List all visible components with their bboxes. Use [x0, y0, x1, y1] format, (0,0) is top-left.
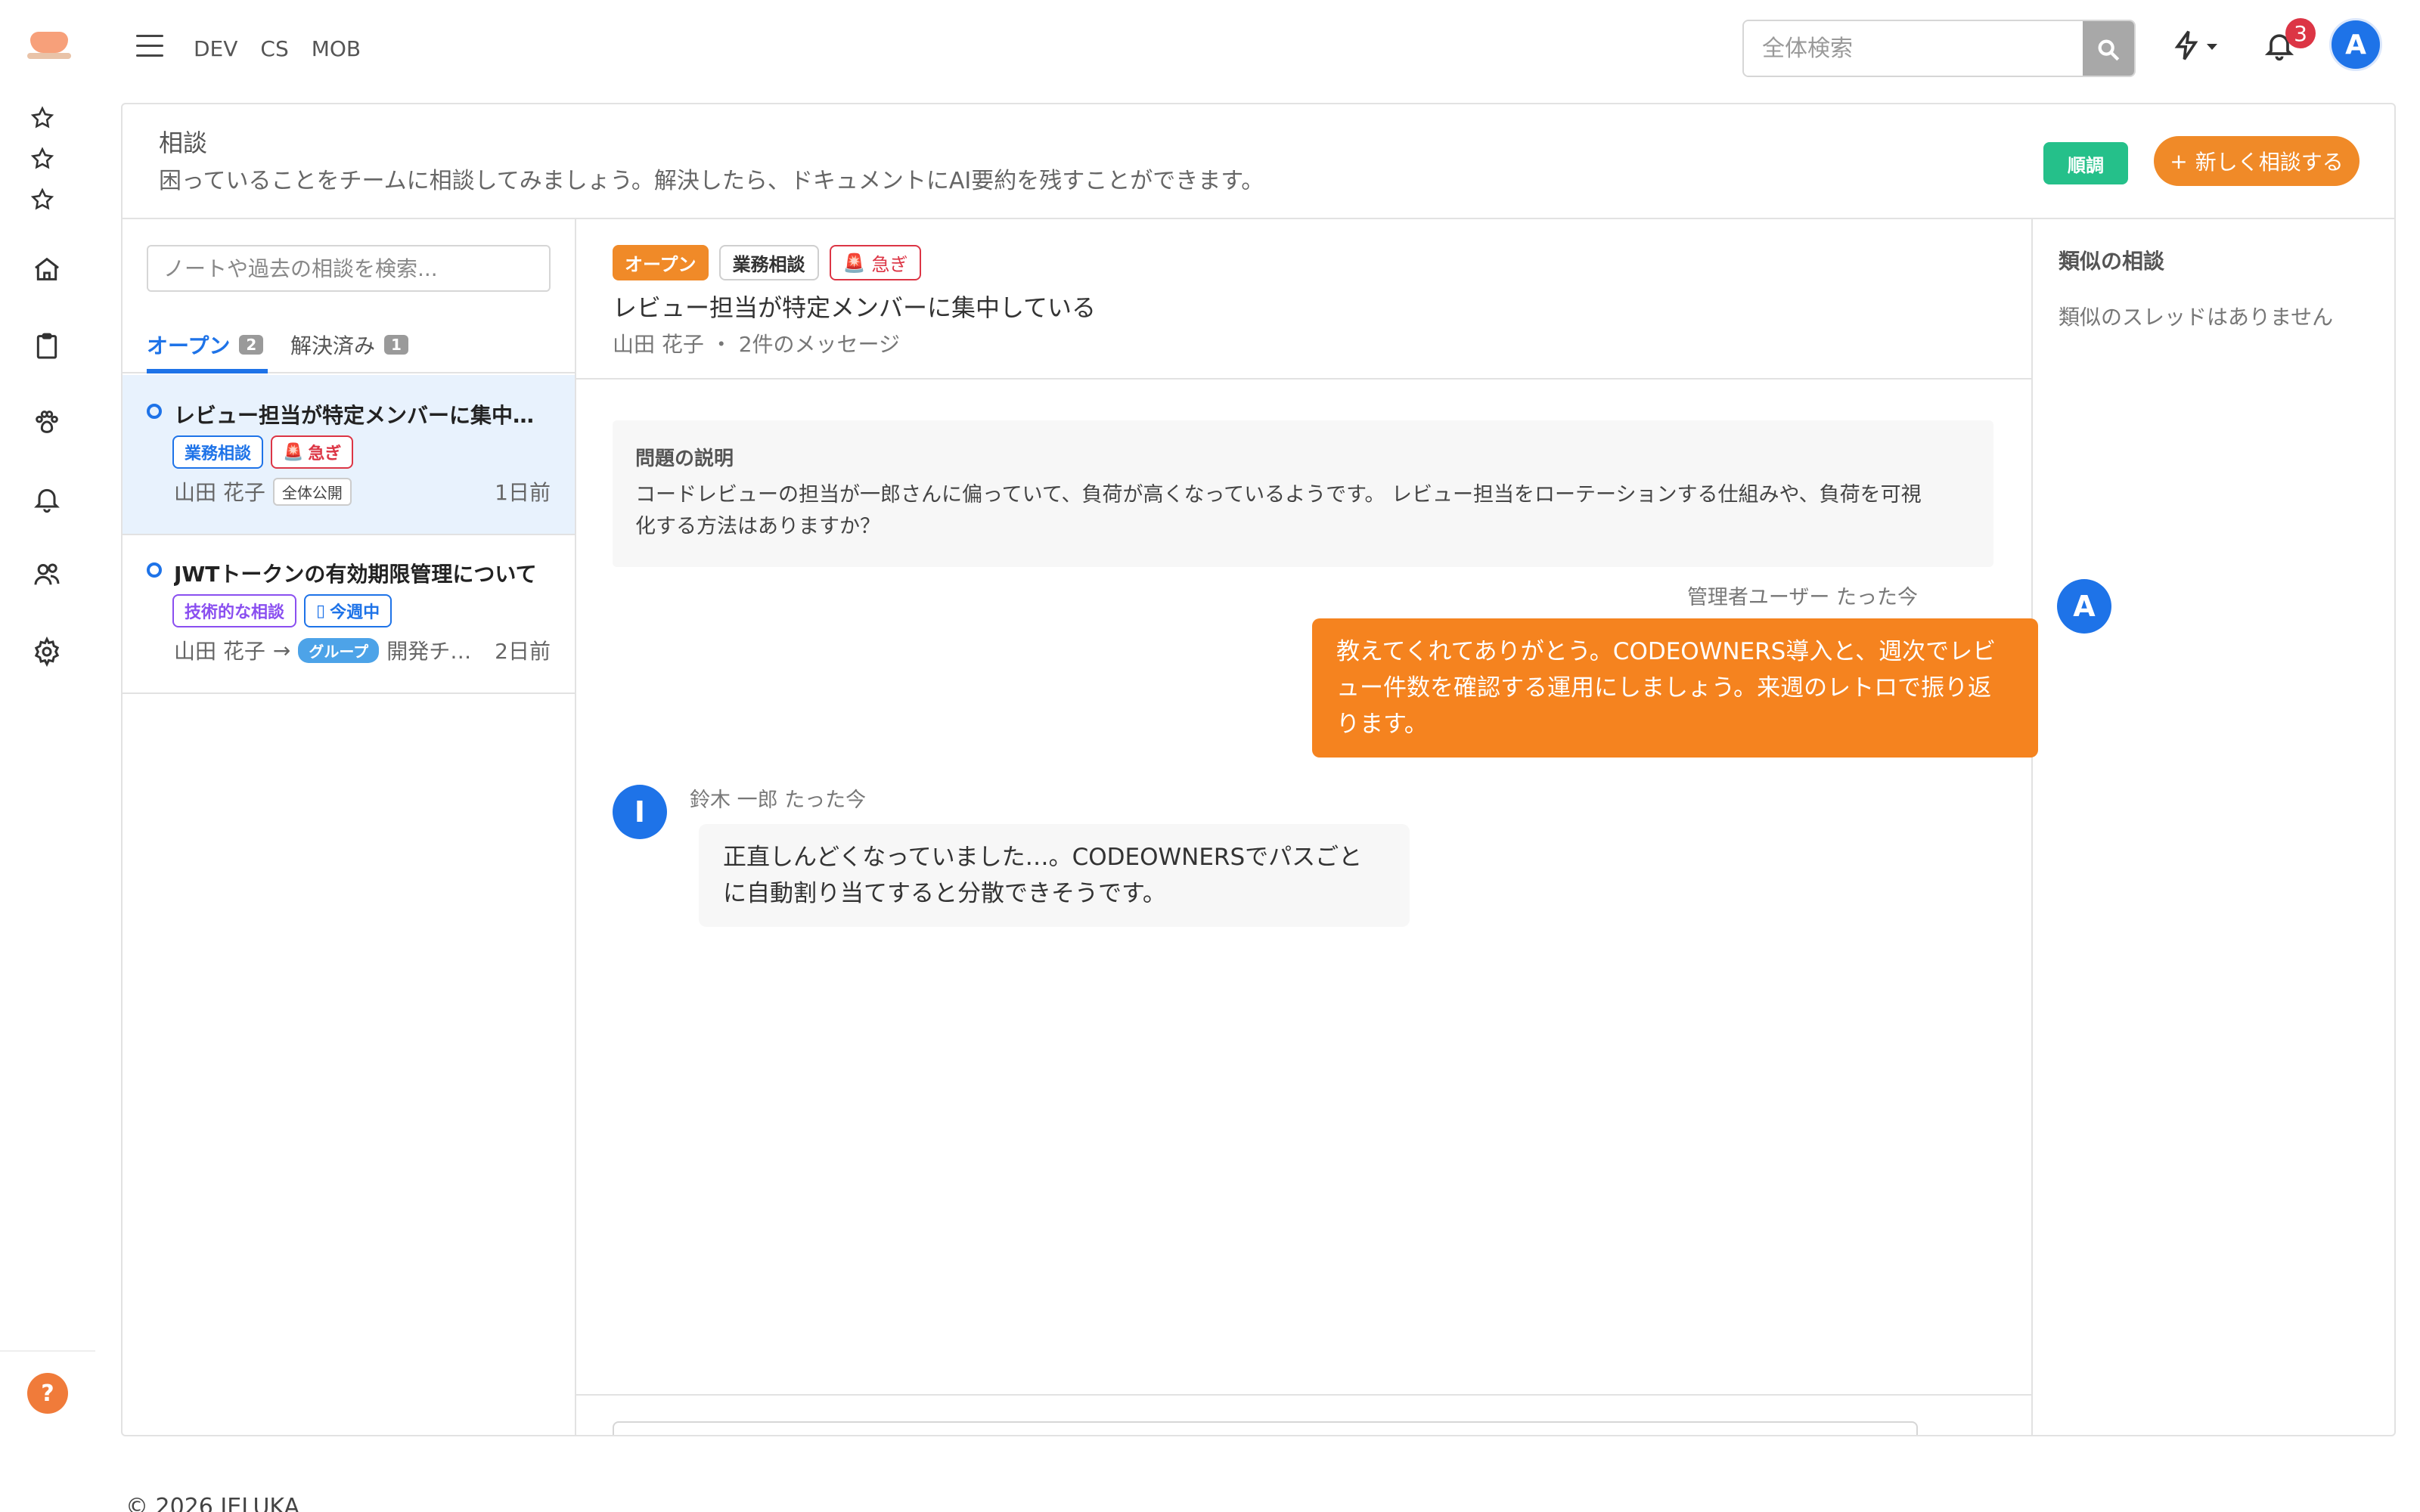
message-meta: 管理者ユーザー たった今	[1687, 581, 1918, 610]
message-author: 鈴木 一郎	[690, 789, 778, 812]
list-item-target: 開発チ…	[386, 639, 472, 664]
group-badge: グループ	[298, 637, 380, 663]
home-icon[interactable]	[29, 251, 65, 287]
new-consultation-button[interactable]: + 新しく相談する	[2154, 136, 2360, 186]
user-avatar[interactable]: A	[2329, 18, 2382, 71]
message-bubble: 教えてくれてありがとう。CODEOWNERS導入と、週次でレビュー件数を確認する…	[1312, 618, 2038, 758]
env-link-dev[interactable]: DEV	[194, 36, 237, 61]
plus-icon: +	[2170, 148, 2188, 174]
list-item-author: 山田 花子	[174, 480, 265, 505]
favorite-star-icon[interactable]	[24, 100, 60, 136]
siren-icon: 🚨	[283, 442, 304, 462]
list-item-author: 山田 花子	[174, 639, 265, 664]
thread-list-panel: オープン 2 解決済み 1 レビュー担当が特定メンバーに集中している 業務相談 …	[123, 219, 576, 1435]
help-icon[interactable]: ?	[27, 1373, 68, 1414]
message-bubble: 正直しんどくなっていました…。CODEOWNERSでパスごとに自動割り当てすると…	[699, 824, 1410, 928]
tag-technical: 技術的な相談	[172, 594, 297, 627]
message-time: たった今	[784, 789, 867, 812]
priority-badge: 🚨 急ぎ	[829, 245, 922, 280]
thread-tags: オープン 業務相談 🚨 急ぎ	[613, 245, 922, 280]
menu-hamburger-icon[interactable]	[136, 35, 163, 57]
consultation-page: 相談 困っていることをチームに相談してみましょう。解決したら、ドキュメントにAI…	[121, 103, 2396, 1436]
lightning-icon	[2174, 30, 2198, 60]
settings-gear-icon[interactable]	[29, 634, 65, 670]
thread-title: レビュー担当が特定メンバーに集中している	[613, 293, 1097, 322]
notification-count-badge: 3	[2285, 18, 2316, 48]
tag-this-week-label: 今週中	[330, 603, 380, 622]
app-logo[interactable]	[27, 29, 71, 64]
tab-open-count: 2	[239, 335, 264, 355]
list-item[interactable]: JWTトークンの有効期限管理について 技術的な相談 ▯ 今週中 山田 花子 → …	[123, 535, 575, 694]
problem-label: 問題の説明	[635, 448, 734, 470]
global-search	[1742, 20, 2136, 77]
message-author: 管理者ユーザー	[1686, 586, 1830, 609]
status-badge: オープン	[613, 245, 709, 280]
list-item-tags: 業務相談 🚨 急ぎ	[172, 435, 354, 469]
search-icon	[2098, 39, 2120, 61]
rail-divider	[0, 1350, 95, 1352]
quick-actions-dropdown[interactable]	[2170, 29, 2223, 67]
global-search-input[interactable]	[1744, 21, 2083, 76]
tab-resolved[interactable]: 解決済み 1	[290, 330, 408, 360]
list-item-tags: 技術的な相談 ▯ 今週中	[172, 594, 392, 627]
similar-empty-text: 類似のスレッドはありません	[2059, 305, 2334, 330]
list-item-time: 1日前	[495, 480, 551, 505]
siren-icon: 🚨	[842, 252, 866, 274]
left-rail: ?	[0, 0, 95, 1512]
thread-tabs: オープン 2 解決済み 1	[123, 313, 575, 373]
env-link-cs[interactable]: CS	[260, 36, 288, 61]
page-header: 相談 困っていることをチームに相談してみましょう。解決したら、ドキュメントにAI…	[123, 104, 2394, 219]
users-icon[interactable]	[29, 556, 65, 593]
favorite-star-icon[interactable]	[24, 141, 60, 177]
tab-resolved-label: 解決済み	[290, 333, 376, 358]
similar-title: 類似の相談	[2059, 249, 2165, 274]
list-item-title: レビュー担当が特定メンバーに集中している	[174, 403, 552, 428]
open-status-dot-icon	[147, 562, 162, 578]
tag-business: 業務相談	[172, 435, 264, 469]
arrow-right-icon: →	[272, 637, 291, 663]
new-consultation-label: 新しく相談する	[2195, 150, 2344, 175]
similar-threads-panel: 類似の相談 類似のスレッドはありません	[2033, 219, 2394, 1435]
clipboard-icon[interactable]	[29, 328, 65, 364]
problem-description: 問題の説明 コードレビューの担当が一郎さんに偏っていて、負荷が高くなっているよう…	[613, 420, 1993, 567]
problem-text: コードレビューの担当が一郎さんに偏っていて、負荷が高くなっているようです。 レビ…	[635, 483, 1922, 538]
status-button[interactable]: 順調	[2043, 142, 2128, 184]
calendar-icon: ▯	[316, 601, 326, 621]
active-tab-indicator	[147, 369, 268, 373]
category-badge: 業務相談	[718, 245, 819, 280]
env-link-mob[interactable]: MOB	[312, 36, 361, 61]
tab-open-label: オープン	[147, 333, 231, 358]
message-meta: 鈴木 一郎 たった今	[690, 783, 866, 813]
page-description: 困っていることをチームに相談してみましょう。解決したら、ドキュメントにAI要約を…	[159, 168, 1264, 194]
tab-resolved-count: 1	[384, 335, 408, 355]
favorite-star-icon[interactable]	[24, 181, 60, 218]
reply-divider	[576, 1394, 2031, 1396]
top-header: DEV CS MOB 3 A	[95, 0, 2420, 98]
search-button[interactable]	[2083, 21, 2134, 76]
tab-open[interactable]: オープン 2	[147, 330, 264, 360]
tag-urgent: 🚨 急ぎ	[271, 435, 354, 469]
notifications-button[interactable]: 3	[2263, 18, 2316, 71]
thread-search-input[interactable]	[147, 245, 551, 292]
environment-links: DEV CS MOB	[194, 36, 361, 61]
avatar: I	[613, 785, 667, 839]
thread-subtitle: 山田 花子 ・ 2件のメッセージ	[613, 332, 900, 357]
bell-icon[interactable]	[29, 481, 65, 517]
message-time: たった今	[1836, 586, 1918, 609]
thread-detail-panel: オープン 業務相談 🚨 急ぎ レビュー担当が特定メンバーに集中している 山田 花…	[576, 219, 2111, 1435]
footer-copyright: © 2026 IELUKA	[126, 1494, 300, 1512]
list-item[interactable]: レビュー担当が特定メンバーに集中している 業務相談 🚨 急ぎ 山田 花子 全体公…	[123, 375, 575, 535]
tag-urgent-label: 急ぎ	[308, 445, 342, 463]
priority-badge-label: 急ぎ	[871, 254, 908, 275]
tag-this-week: ▯ 今週中	[304, 594, 392, 627]
list-item-title: JWTトークンの有効期限管理について	[174, 562, 537, 587]
paw-icon[interactable]	[29, 404, 65, 440]
visibility-badge: 全体公開	[272, 477, 352, 506]
page-title: 相談	[159, 129, 208, 157]
open-status-dot-icon	[147, 404, 162, 419]
list-item-time: 2日前	[495, 639, 551, 664]
thread-header: オープン 業務相談 🚨 急ぎ レビュー担当が特定メンバーに集中している 山田 花…	[576, 219, 2031, 380]
reply-input[interactable]	[613, 1421, 1918, 1435]
chevron-down-icon	[2207, 44, 2217, 50]
